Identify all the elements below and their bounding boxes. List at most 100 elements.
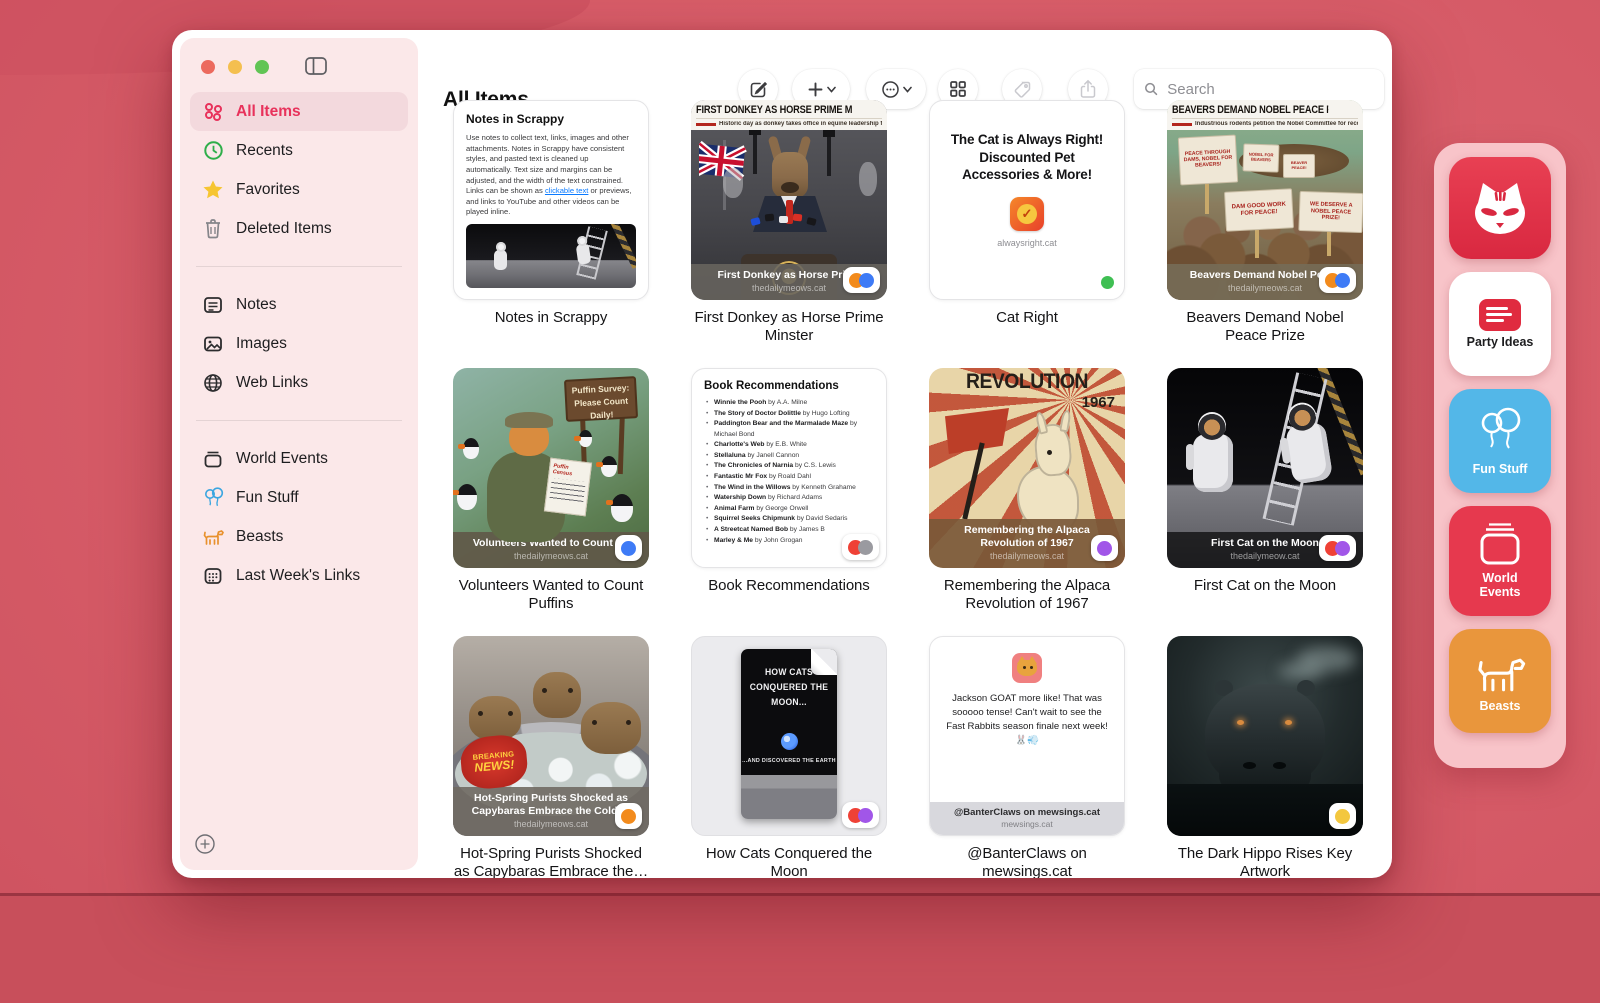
card-book-recommendations[interactable]: Book Recommendations Winnie the Pooh by …	[691, 368, 887, 568]
tag-badge	[1319, 267, 1356, 293]
item-caption: How Cats Conquered the Moon	[691, 845, 887, 878]
tag-badge	[1329, 803, 1356, 829]
card-alpaca-revolution[interactable]: REVOLUTION 1967 Remembering the Alpaca R…	[929, 368, 1125, 568]
dock-tile-party-ideas[interactable]: Party Ideas	[1449, 272, 1551, 376]
tag-badge	[842, 802, 879, 828]
note-body: Use notes to collect text, links, images…	[466, 133, 636, 218]
post-text: Jackson GOAT more like! That was sooooo …	[943, 692, 1111, 748]
sidebar-item-label: Deleted Items	[236, 220, 332, 238]
sidebar-item-favorites[interactable]: Favorites	[190, 170, 408, 209]
card-puffins[interactable]: Puffin Survey: Please Count Daily! Puffi…	[453, 368, 649, 568]
sidebar-item-recents[interactable]: Recents	[190, 131, 408, 170]
tag-badge	[615, 803, 642, 829]
note-title: Book Recommendations	[704, 380, 876, 392]
item-caption: Book Recommendations	[691, 577, 887, 595]
items-grid: Notes in Scrappy Use notes to collect te…	[453, 100, 1363, 878]
dog-icon	[202, 526, 224, 548]
card-dark-hippo[interactable]	[1167, 636, 1363, 836]
item-caption: First Cat on the Moon	[1167, 577, 1363, 595]
tag-icon	[1013, 80, 1032, 99]
sidebar-item-world-events[interactable]: World Events	[190, 439, 408, 478]
sidebar-item-beasts[interactable]: Beasts	[190, 517, 408, 556]
globe-icon	[202, 372, 224, 394]
sidebar-item-deleted-items[interactable]: Deleted Items	[190, 209, 408, 248]
item-caption: Notes in Scrappy	[453, 309, 649, 327]
sidebar-item-last-weeks-links[interactable]: Last Week's Links	[190, 556, 408, 595]
sidebar-item-fun-stuff[interactable]: Fun Stuff	[190, 478, 408, 517]
tag-dot-green	[1101, 276, 1114, 289]
sidebar-item-label: Notes	[236, 296, 277, 314]
card-first-cat-moon[interactable]: First Cat on the Moon thedailymeow.cat	[1167, 368, 1363, 568]
clickable-text-link[interactable]: clickable text	[545, 186, 588, 195]
item-caption: First Donkey as Horse Prime Minster	[691, 309, 887, 346]
sidebar-item-label: Images	[236, 335, 287, 353]
grid-cell: BREAKING NEWS! Hot-Spring Purists Shocke…	[453, 636, 649, 878]
card-moon-book[interactable]: HOW CATS CONQUERED THE MOON... ...AND DI…	[691, 636, 887, 836]
puffin-sign: Puffin Survey: Please Count Daily!	[564, 376, 638, 422]
grid-cell: Jackson GOAT more like! That was sooooo …	[929, 636, 1125, 878]
cat-face-icon	[1467, 177, 1533, 239]
sidebar-item-label: Favorites	[236, 181, 300, 199]
close-button[interactable]	[201, 60, 215, 74]
card-banterclaws-post[interactable]: Jackson GOAT more like! That was sooooo …	[929, 636, 1125, 836]
tag-badge	[1091, 535, 1118, 561]
shortcut-dock: Party Ideas Fun Stuff World Events Beast…	[1434, 143, 1566, 768]
book-cover: HOW CATS CONQUERED THE MOON... ...AND DI…	[741, 649, 837, 819]
sidebar-nav: All Items Recents Favorites	[190, 92, 408, 595]
add-item-button[interactable]	[192, 832, 218, 858]
dock-tile-fun-stuff[interactable]: Fun Stuff	[1449, 389, 1551, 493]
chevron-down-icon	[903, 86, 912, 93]
post-footer: @BanterClaws on mewsings.cat mewsings.ca…	[930, 802, 1124, 835]
item-caption: Cat Right	[929, 309, 1125, 327]
dock-tile-beasts[interactable]: Beasts	[1449, 629, 1551, 733]
chevron-down-icon	[827, 86, 836, 93]
card-notes-in-scrappy[interactable]: Notes in Scrappy Use notes to collect te…	[453, 100, 649, 300]
newspaper-header: FIRST DONKEY AS HORSE PRIME M Historic d…	[691, 100, 887, 130]
note-icon	[202, 294, 224, 316]
trash-icon	[202, 218, 224, 240]
astronaut-cat	[1285, 421, 1334, 485]
sidebar-item-web-links[interactable]: Web Links	[190, 363, 408, 402]
balloons-icon	[202, 487, 224, 509]
sidebar-item-label: Fun Stuff	[236, 489, 299, 507]
search-input[interactable]	[1165, 80, 1374, 99]
grid-icon	[949, 80, 967, 98]
sidebar-item-notes[interactable]: Notes	[190, 285, 408, 324]
tray-stack-icon	[202, 448, 224, 470]
item-caption: The Dark Hippo Rises Key Artwork	[1167, 845, 1363, 878]
tag-badge	[1319, 535, 1356, 561]
grid-cell: Puffin Survey: Please Count Daily! Puffi…	[453, 368, 649, 636]
dock-tile-scrappy-app[interactable]	[1449, 157, 1551, 259]
link-title: The Cat is Always Right! Discounted Pet …	[947, 131, 1107, 184]
card-cat-right[interactable]: The Cat is Always Right! Discounted Pet …	[929, 100, 1125, 300]
minimize-button[interactable]	[228, 60, 242, 74]
balloons-icon	[1475, 406, 1525, 458]
app-window: All Items Recents Favorites	[172, 30, 1392, 878]
card-first-donkey[interactable]: FIRST DONKEY AS HORSE PRIME M Historic d…	[691, 100, 887, 300]
clipboard: Puffin Census	[544, 458, 592, 517]
sidebar-item-label: All Items	[236, 103, 301, 121]
note-card-icon	[1479, 299, 1521, 331]
note-title: Notes in Scrappy	[466, 112, 636, 126]
sidebar-item-images[interactable]: Images	[190, 324, 408, 363]
sidebar-item-label: World Events	[236, 450, 328, 468]
card-beavers[interactable]: BEAVERS DEMAND NOBEL PEACE P Industrious…	[1167, 100, 1363, 300]
sidebar-item-all-items[interactable]: All Items	[190, 92, 408, 131]
item-caption: Volunteers Wanted to Count Puffins	[453, 577, 649, 614]
newspaper-header: BEAVERS DEMAND NOBEL PEACE P Industrious…	[1167, 100, 1363, 130]
poster-year: 1967	[1082, 394, 1115, 411]
grid-cell: HOW CATS CONQUERED THE MOON... ...AND DI…	[691, 636, 887, 878]
sidebar-item-label: Recents	[236, 142, 293, 160]
earth-image	[781, 733, 798, 750]
dock-tile-world-events[interactable]: World Events	[1449, 506, 1551, 616]
item-caption: Beavers Demand Nobel Peace Prize	[1167, 309, 1363, 346]
scrapbook-dots-icon	[202, 101, 224, 123]
sidebar-toggle-icon[interactable]	[298, 54, 326, 80]
card-capybaras[interactable]: BREAKING NEWS! Hot-Spring Purists Shocke…	[453, 636, 649, 836]
item-caption: Hot-Spring Purists Shocked as Capybaras …	[453, 845, 649, 878]
capybara	[469, 696, 521, 740]
tag-badge	[615, 535, 642, 561]
zoom-button[interactable]	[255, 60, 269, 74]
grid-cell: Notes in Scrappy Use notes to collect te…	[453, 100, 649, 368]
note-inline-image	[466, 224, 636, 288]
